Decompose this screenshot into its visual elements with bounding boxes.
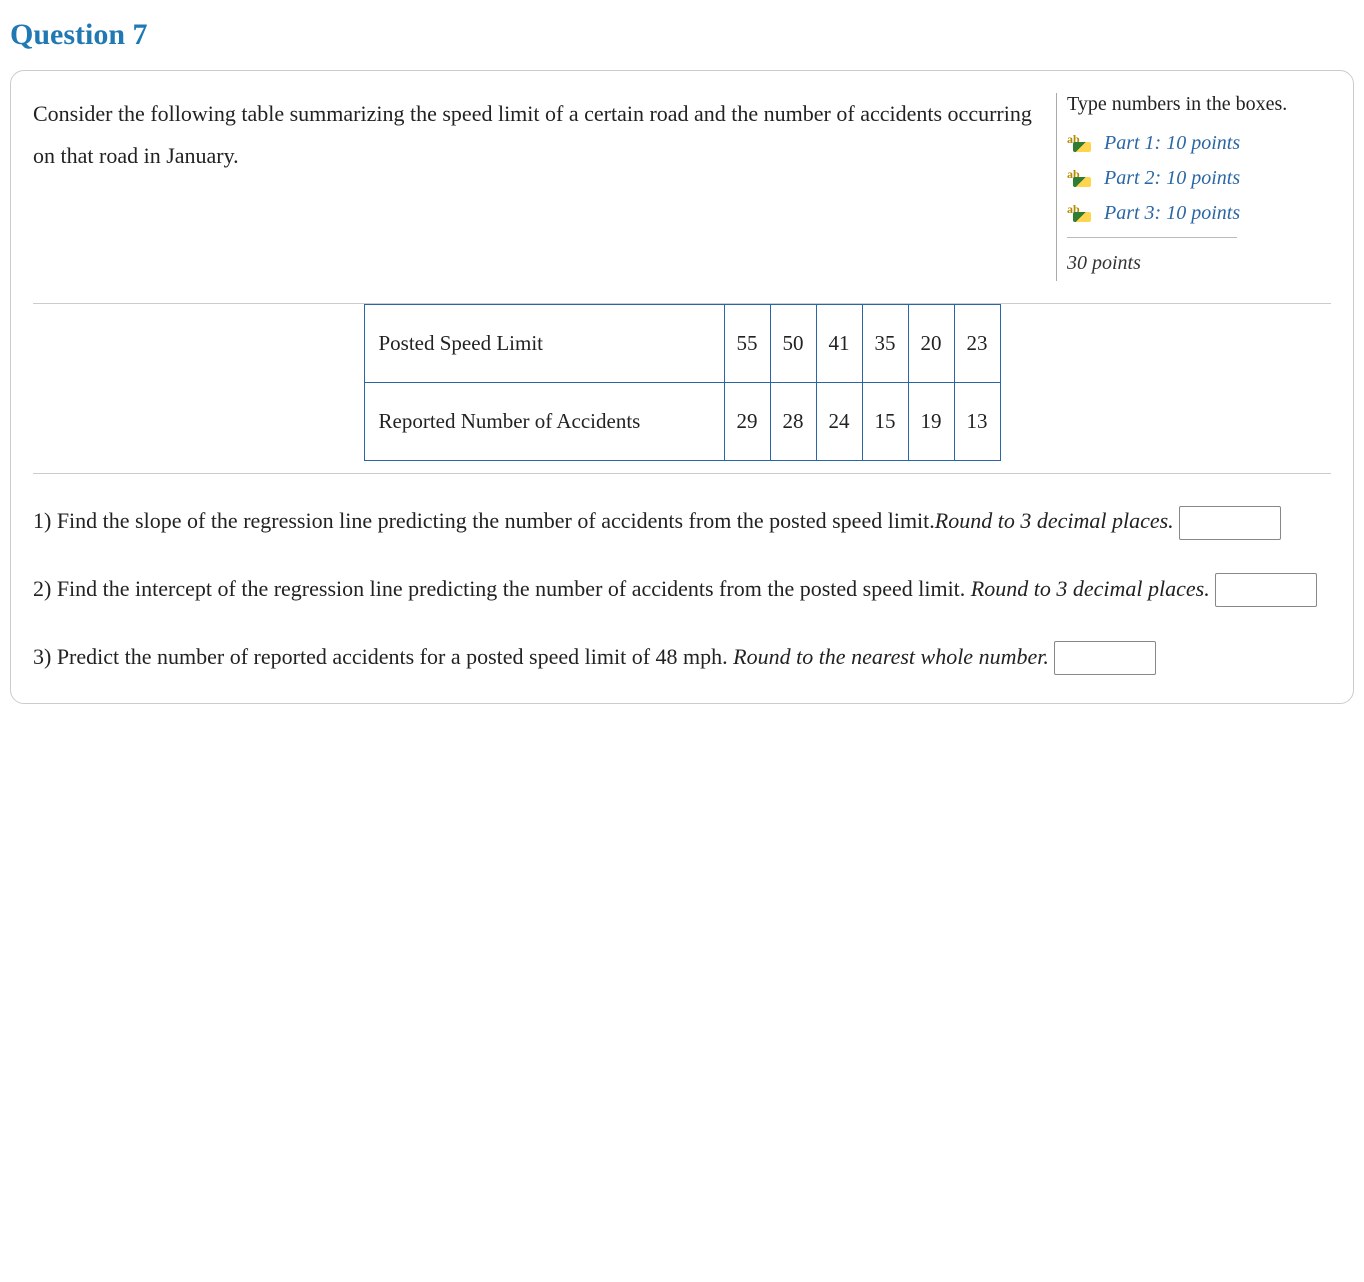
part-1: 1) Find the slope of the regression line… <box>33 500 1331 542</box>
cell: 35 <box>862 305 908 383</box>
cell: 20 <box>908 305 954 383</box>
cell: 19 <box>908 383 954 461</box>
table-row: Reported Number of Accidents 29 28 24 15… <box>364 383 1000 461</box>
part-2: 2) Find the intercept of the regression … <box>33 568 1331 610</box>
answer-input-3[interactable] <box>1054 641 1156 675</box>
part-3: 3) Predict the number of reported accide… <box>33 636 1331 678</box>
cell: 28 <box>770 383 816 461</box>
answer-input-1[interactable] <box>1179 506 1281 540</box>
fill-in-icon <box>1067 204 1093 224</box>
divider <box>1067 237 1237 238</box>
cell: 41 <box>816 305 862 383</box>
points-part-1: Part 1: 10 points <box>1067 126 1331 161</box>
divider <box>33 473 1331 474</box>
points-total: 30 points <box>1067 246 1331 281</box>
data-table: Posted Speed Limit 55 50 41 35 20 23 Rep… <box>364 304 1001 461</box>
cell: 55 <box>724 305 770 383</box>
cell: 50 <box>770 305 816 383</box>
part-1-instruction: Round to 3 decimal places. <box>935 508 1174 533</box>
cell: 23 <box>954 305 1000 383</box>
row-label: Reported Number of Accidents <box>364 383 724 461</box>
part-2-instruction: Round to 3 decimal places. <box>971 576 1210 601</box>
points-part-3: Part 3: 10 points <box>1067 196 1331 231</box>
question-title: Question 7 <box>10 18 1354 52</box>
points-part-label: Part 1: 10 points <box>1104 132 1240 154</box>
answer-input-2[interactable] <box>1215 573 1317 607</box>
cell: 15 <box>862 383 908 461</box>
points-panel: Type numbers in the boxes. Part 1: 10 po… <box>1056 93 1331 281</box>
cell: 13 <box>954 383 1000 461</box>
table-row: Posted Speed Limit 55 50 41 35 20 23 <box>364 305 1000 383</box>
part-3-text: 3) Predict the number of reported accide… <box>33 644 733 669</box>
points-part-label: Part 3: 10 points <box>1104 202 1240 224</box>
points-part-2: Part 2: 10 points <box>1067 161 1331 196</box>
row-label: Posted Speed Limit <box>364 305 724 383</box>
part-1-text: 1) Find the slope of the regression line… <box>33 508 935 533</box>
fill-in-icon <box>1067 169 1093 189</box>
fill-in-icon <box>1067 134 1093 154</box>
cell: 24 <box>816 383 862 461</box>
cell: 29 <box>724 383 770 461</box>
points-part-label: Part 2: 10 points <box>1104 167 1240 189</box>
part-3-instruction: Round to the nearest whole number. <box>733 644 1049 669</box>
question-box: Type numbers in the boxes. Part 1: 10 po… <box>10 70 1354 704</box>
part-2-text: 2) Find the intercept of the regression … <box>33 576 971 601</box>
points-hint: Type numbers in the boxes. <box>1067 93 1331 116</box>
